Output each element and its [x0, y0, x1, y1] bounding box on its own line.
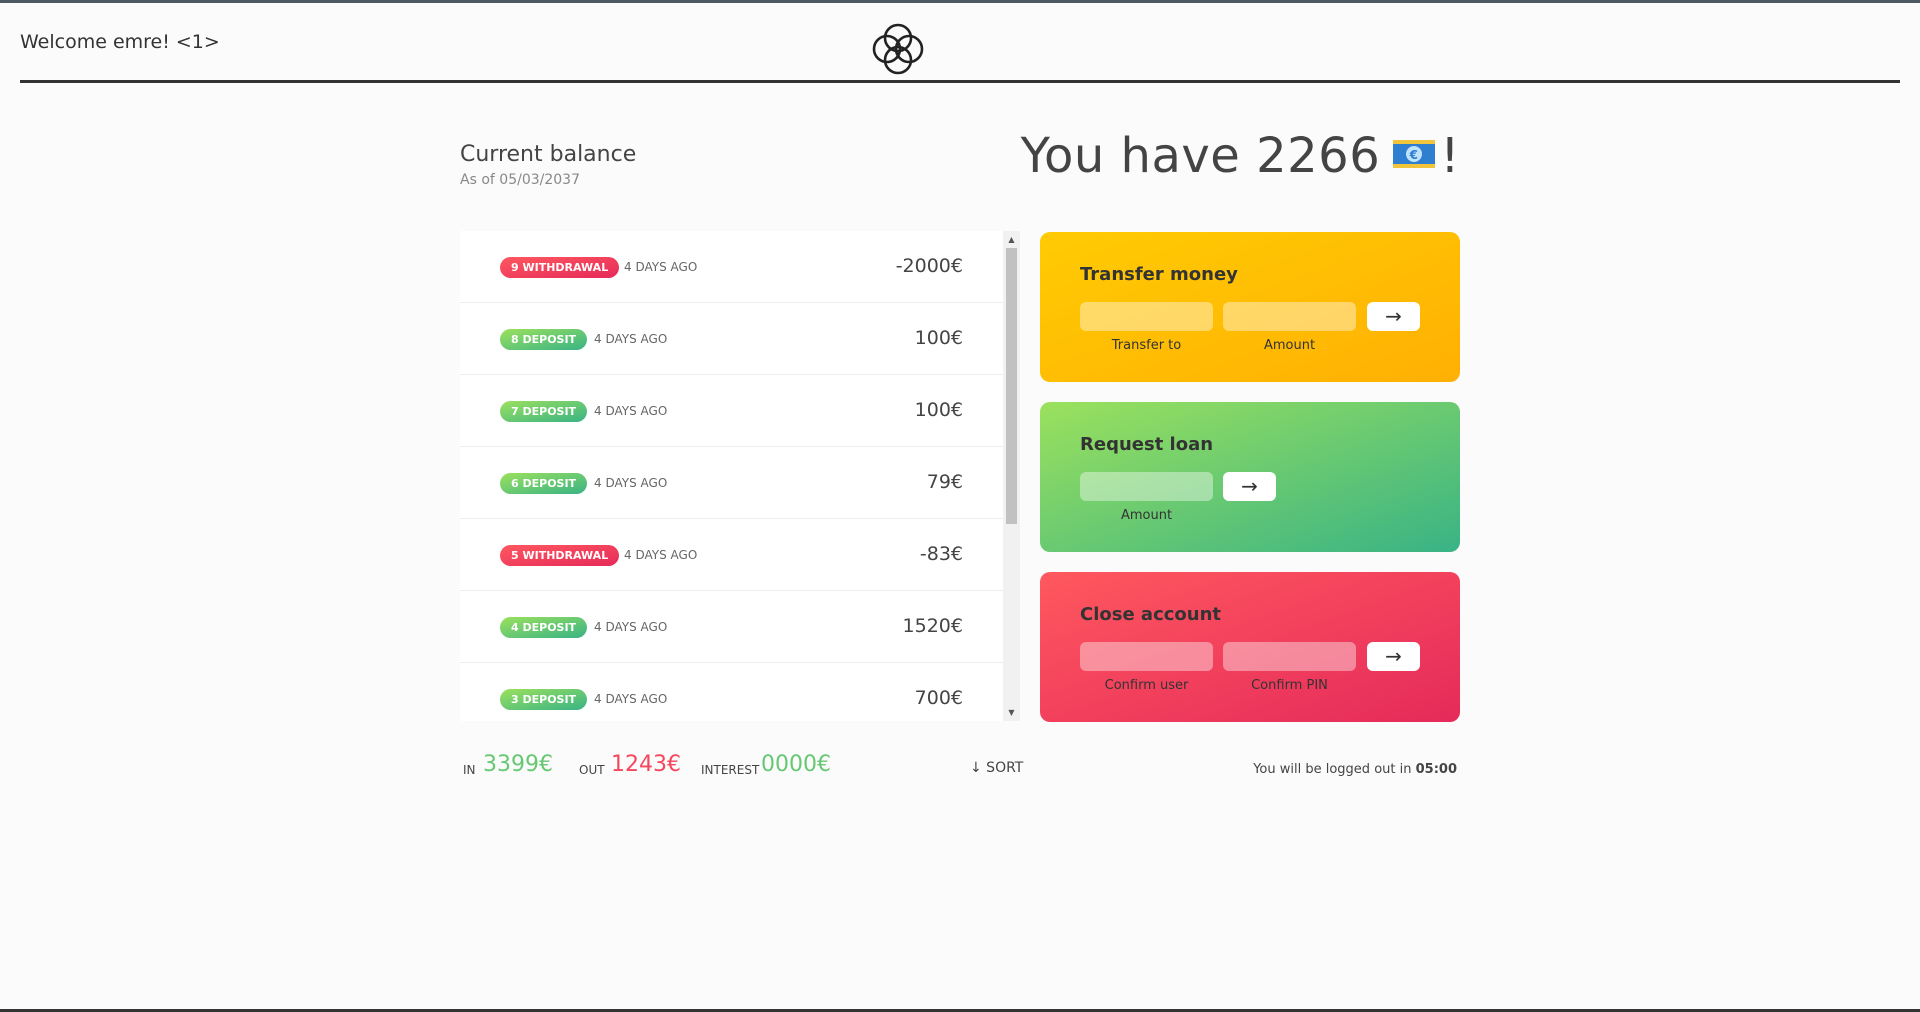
close-account-submit-button[interactable]: → — [1367, 642, 1420, 671]
balance-amount: 2266 — [1256, 128, 1381, 184]
movement-type-badge: 3 deposit — [500, 689, 588, 710]
summary-interest-label: Interest — [701, 763, 760, 777]
movement-value: 700€ — [914, 687, 963, 709]
movement-row: 4 deposit 4 days ago 1520€ — [460, 591, 1003, 663]
movement-date: 4 days ago — [594, 692, 668, 706]
movement-date: 4 days ago — [594, 332, 668, 346]
balance-date: As of 05/03/2037 — [460, 172, 580, 188]
movement-type-badge: 4 deposit — [500, 617, 588, 638]
svg-text:€: € — [1409, 148, 1419, 162]
movement-row: 7 deposit 4 days ago 100€ — [460, 375, 1003, 447]
movement-value: 79€ — [926, 471, 963, 493]
confirm-pin-input[interactable] — [1223, 642, 1356, 671]
movement-value: 1520€ — [902, 615, 963, 637]
transfer-to-label: Transfer to — [1111, 338, 1182, 353]
summary-out-label: Out — [579, 763, 605, 777]
confirm-user-label: Confirm user — [1104, 678, 1189, 693]
transfer-submit-button[interactable]: → — [1367, 302, 1420, 331]
logout-timer-value: 05:00 — [1415, 762, 1457, 777]
transfer-to-input[interactable] — [1080, 302, 1213, 331]
movement-row: 8 deposit 4 days ago 100€ — [460, 303, 1003, 375]
scroll-down-arrow-icon[interactable]: ▼ — [1003, 704, 1020, 721]
movement-type-badge: 8 deposit — [500, 329, 588, 350]
movement-value: -2000€ — [895, 255, 963, 277]
loan-submit-button[interactable]: → — [1223, 472, 1276, 501]
summary-in-value: 3399€ — [483, 752, 553, 777]
movement-type-badge: 5 withdrawal — [500, 545, 620, 566]
movement-value: -83€ — [919, 543, 963, 565]
transfer-amount-label: Amount — [1263, 338, 1316, 353]
balance-value: You have 2266 € ! — [1021, 128, 1460, 184]
balance-date-value: 05/03/2037 — [499, 172, 580, 188]
summary-interest-value: 0000€ — [761, 752, 831, 777]
transfer-amount-input[interactable] — [1223, 302, 1356, 331]
movement-date: 4 days ago — [624, 548, 698, 562]
confirm-pin-label: Confirm PIN — [1251, 678, 1328, 693]
balance-suffix: ! — [1440, 128, 1460, 184]
balance-text-prefix: You have — [1020, 128, 1241, 184]
movement-type-badge: 6 deposit — [500, 473, 588, 494]
movement-row: 5 withdrawal 4 days ago -83€ — [460, 519, 1003, 591]
movement-row: 9 withdrawal 4 days ago -2000€ — [460, 231, 1003, 303]
balance-date-prefix: As of — [460, 172, 495, 188]
request-loan-title: Request loan — [1080, 434, 1214, 455]
movement-date: 4 days ago — [594, 620, 668, 634]
logout-timer-text: You will be logged out in — [1253, 762, 1412, 777]
movement-row: 6 deposit 4 days ago 79€ — [460, 447, 1003, 519]
transfer-money-title: Transfer money — [1080, 264, 1238, 285]
sort-button[interactable]: ↓ SORT — [970, 760, 1023, 776]
movement-date: 4 days ago — [594, 476, 668, 490]
close-account-panel: Close account → Confirm user Confirm PIN — [1040, 572, 1460, 722]
confirm-user-input[interactable] — [1080, 642, 1213, 671]
movement-value: 100€ — [914, 327, 963, 349]
loan-amount-label: Amount — [1120, 508, 1173, 523]
close-account-title: Close account — [1080, 604, 1222, 625]
request-loan-panel: Request loan → Amount — [1040, 402, 1460, 552]
movement-date: 4 days ago — [624, 260, 698, 274]
banknote-euro-icon: € — [1393, 140, 1436, 168]
top-nav: Welcome emre! <1> — [20, 3, 1900, 83]
movement-value: 100€ — [914, 399, 963, 421]
scroll-thumb[interactable] — [1006, 248, 1017, 524]
transfer-money-panel: Transfer money → Transfer to Amount — [1040, 232, 1460, 382]
welcome-message: Welcome emre! <1> — [20, 31, 220, 53]
balance-title: Current balance — [460, 142, 637, 167]
movements-list[interactable]: 9 withdrawal 4 days ago -2000€ 8 deposit 4 d… — [460, 231, 1020, 721]
movement-type-badge: 9 withdrawal — [500, 257, 620, 278]
movement-row: 3 deposit 4 days ago 700€ — [460, 663, 1003, 721]
logout-timer: You will be logged out in 05:00 — [1253, 762, 1457, 777]
movements-scrollbar[interactable]: ▲ ▼ — [1003, 231, 1020, 721]
summary-out-value: 1243€ — [611, 752, 681, 777]
summary-bar: In 3399€ Out 1243€ Interest 0000€ — [463, 752, 1023, 782]
loan-amount-input[interactable] — [1080, 472, 1213, 501]
movement-type-badge: 7 deposit — [500, 401, 588, 422]
movement-date: 4 days ago — [594, 404, 668, 418]
scroll-up-arrow-icon[interactable]: ▲ — [1003, 231, 1020, 248]
four-circles-logo-icon — [872, 23, 924, 75]
summary-in-label: In — [463, 763, 476, 777]
